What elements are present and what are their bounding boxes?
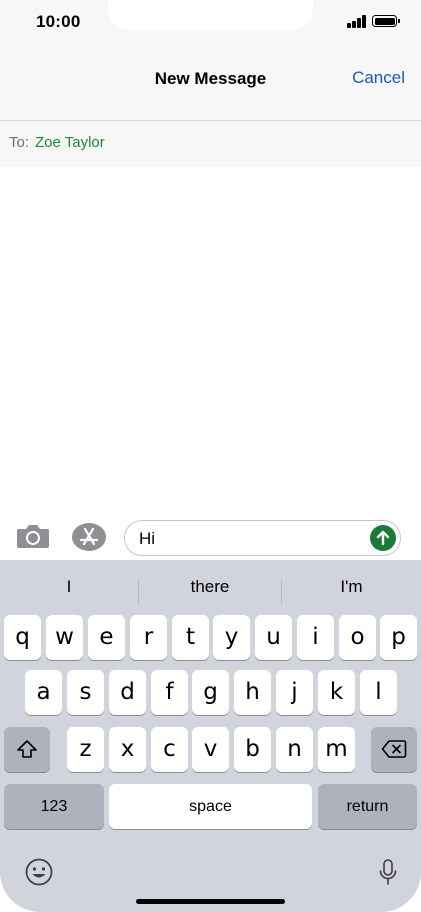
key-o[interactable]: o <box>339 615 376 660</box>
recipient-name[interactable]: Zoe Taylor <box>35 134 105 151</box>
key-x[interactable]: x <box>109 727 146 772</box>
keyboard: I there I'm q w e r t y u i o p a s d f … <box>0 560 421 912</box>
key-w[interactable]: w <box>46 615 83 660</box>
key-v[interactable]: v <box>192 727 229 772</box>
prediction-bar: I there I'm <box>0 568 421 606</box>
camera-icon[interactable] <box>16 522 50 550</box>
to-label: To: <box>9 134 30 151</box>
key-e[interactable]: e <box>88 615 125 660</box>
prediction-1[interactable]: I <box>0 568 138 606</box>
delete-icon <box>381 740 407 758</box>
message-input[interactable]: Hi <box>124 520 401 556</box>
key-u[interactable]: u <box>255 615 292 660</box>
shift-icon <box>17 740 37 758</box>
key-g[interactable]: g <box>192 670 229 715</box>
space-key[interactable]: space <box>109 784 312 829</box>
key-l[interactable]: l <box>360 670 397 715</box>
key-q[interactable]: q <box>4 615 41 660</box>
key-y[interactable]: y <box>213 615 250 660</box>
key-h[interactable]: h <box>234 670 271 715</box>
send-button[interactable] <box>370 525 396 551</box>
key-a[interactable]: a <box>25 670 62 715</box>
microphone-icon[interactable] <box>378 857 398 887</box>
key-n[interactable]: n <box>276 727 313 772</box>
key-s[interactable]: s <box>67 670 104 715</box>
key-c[interactable]: c <box>151 727 188 772</box>
key-f[interactable]: f <box>151 670 188 715</box>
arrow-up-icon <box>376 530 390 546</box>
key-p[interactable]: p <box>380 615 417 660</box>
delete-key[interactable] <box>371 727 417 772</box>
message-text: Hi <box>139 529 156 548</box>
signal-icon <box>347 15 366 28</box>
cancel-button[interactable]: Cancel <box>352 68 405 88</box>
recipient-row[interactable]: To: Zoe Taylor <box>0 121 421 167</box>
key-b[interactable]: b <box>234 727 271 772</box>
status-time: 10:00 <box>36 12 81 31</box>
return-key[interactable]: return <box>318 784 417 829</box>
prediction-3[interactable]: I'm <box>282 568 421 606</box>
numbers-key[interactable]: 123 <box>4 784 104 829</box>
key-k[interactable]: k <box>318 670 355 715</box>
battery-icon <box>372 15 400 27</box>
key-r[interactable]: r <box>130 615 167 660</box>
key-m[interactable]: m <box>318 727 355 772</box>
navigation-header: 10:00 New Message Cancel <box>0 0 421 120</box>
key-z[interactable]: z <box>67 727 104 772</box>
shift-key[interactable] <box>4 727 50 772</box>
notch <box>108 0 313 30</box>
key-t[interactable]: t <box>172 615 209 660</box>
emoji-icon[interactable] <box>24 857 54 887</box>
key-i[interactable]: i <box>297 615 334 660</box>
prediction-2[interactable]: there <box>139 568 281 606</box>
key-d[interactable]: d <box>109 670 146 715</box>
home-indicator[interactable] <box>136 899 285 904</box>
phone-screen: 10:00 New Message Cancel To: Zoe Taylor <box>0 0 421 912</box>
app-store-icon[interactable] <box>71 522 107 552</box>
key-j[interactable]: j <box>276 670 313 715</box>
